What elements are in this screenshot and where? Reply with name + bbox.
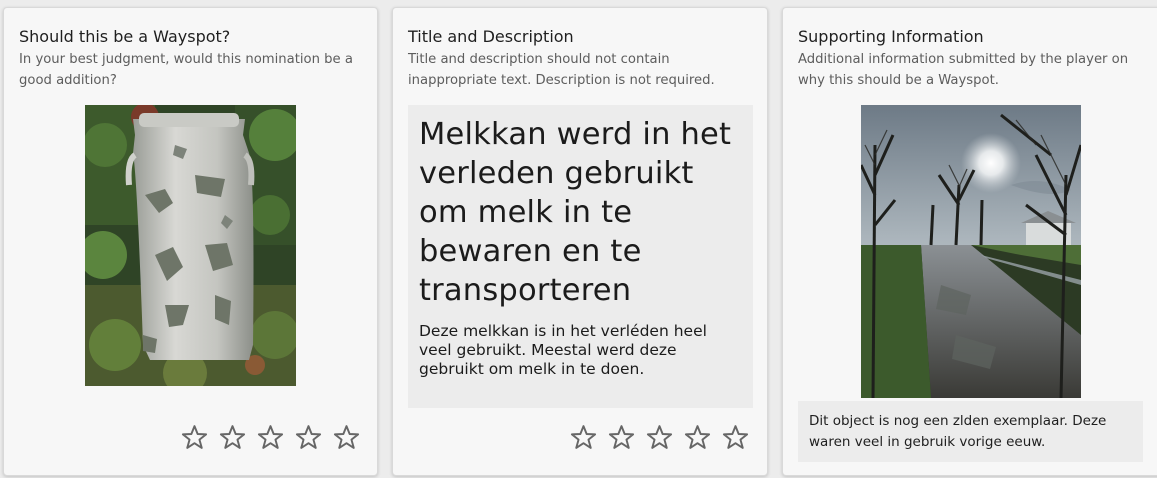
nomination-description: Deze melkkan is in het verléden heel vee… [419,322,707,378]
star-4-icon[interactable] [294,423,323,452]
nomination-photo[interactable] [85,105,296,386]
title-description-rating [569,423,750,452]
supporting-text-box: Dit object is nog een zlden exemplaar. D… [798,401,1143,462]
card-subtitle: Additional information submitted by the … [798,52,1129,88]
star-2-icon[interactable] [607,423,636,452]
card-title: Title and Description [408,27,574,46]
milk-can-photo-icon [85,105,296,386]
card-title: Should this be a Wayspot? [19,27,231,46]
card-title: Supporting Information [798,27,984,46]
star-4-icon[interactable] [683,423,712,452]
star-3-icon[interactable] [645,423,674,452]
title-description-card: Title and Description Title and descript… [392,7,768,476]
star-5-icon[interactable] [332,423,361,452]
supporting-information-card: Supporting Information Additional inform… [782,7,1157,476]
star-2-icon[interactable] [218,423,247,452]
supporting-photo[interactable] [861,105,1081,398]
nomination-text-box: Melkkan werd in het verleden gebruikt om… [408,105,753,408]
wayspot-rating [180,423,361,452]
card-subtitle: Title and description should not contain… [408,52,715,88]
country-road-photo-icon [861,105,1081,398]
wayspot-card: Should this be a Wayspot? In your best j… [3,7,378,476]
star-5-icon[interactable] [721,423,750,452]
nomination-title: Melkkan werd in het verleden gebruikt om… [419,117,732,308]
star-1-icon[interactable] [180,423,209,452]
card-subtitle: In your best judgment, would this nomina… [19,52,353,88]
star-1-icon[interactable] [569,423,598,452]
star-3-icon[interactable] [256,423,285,452]
